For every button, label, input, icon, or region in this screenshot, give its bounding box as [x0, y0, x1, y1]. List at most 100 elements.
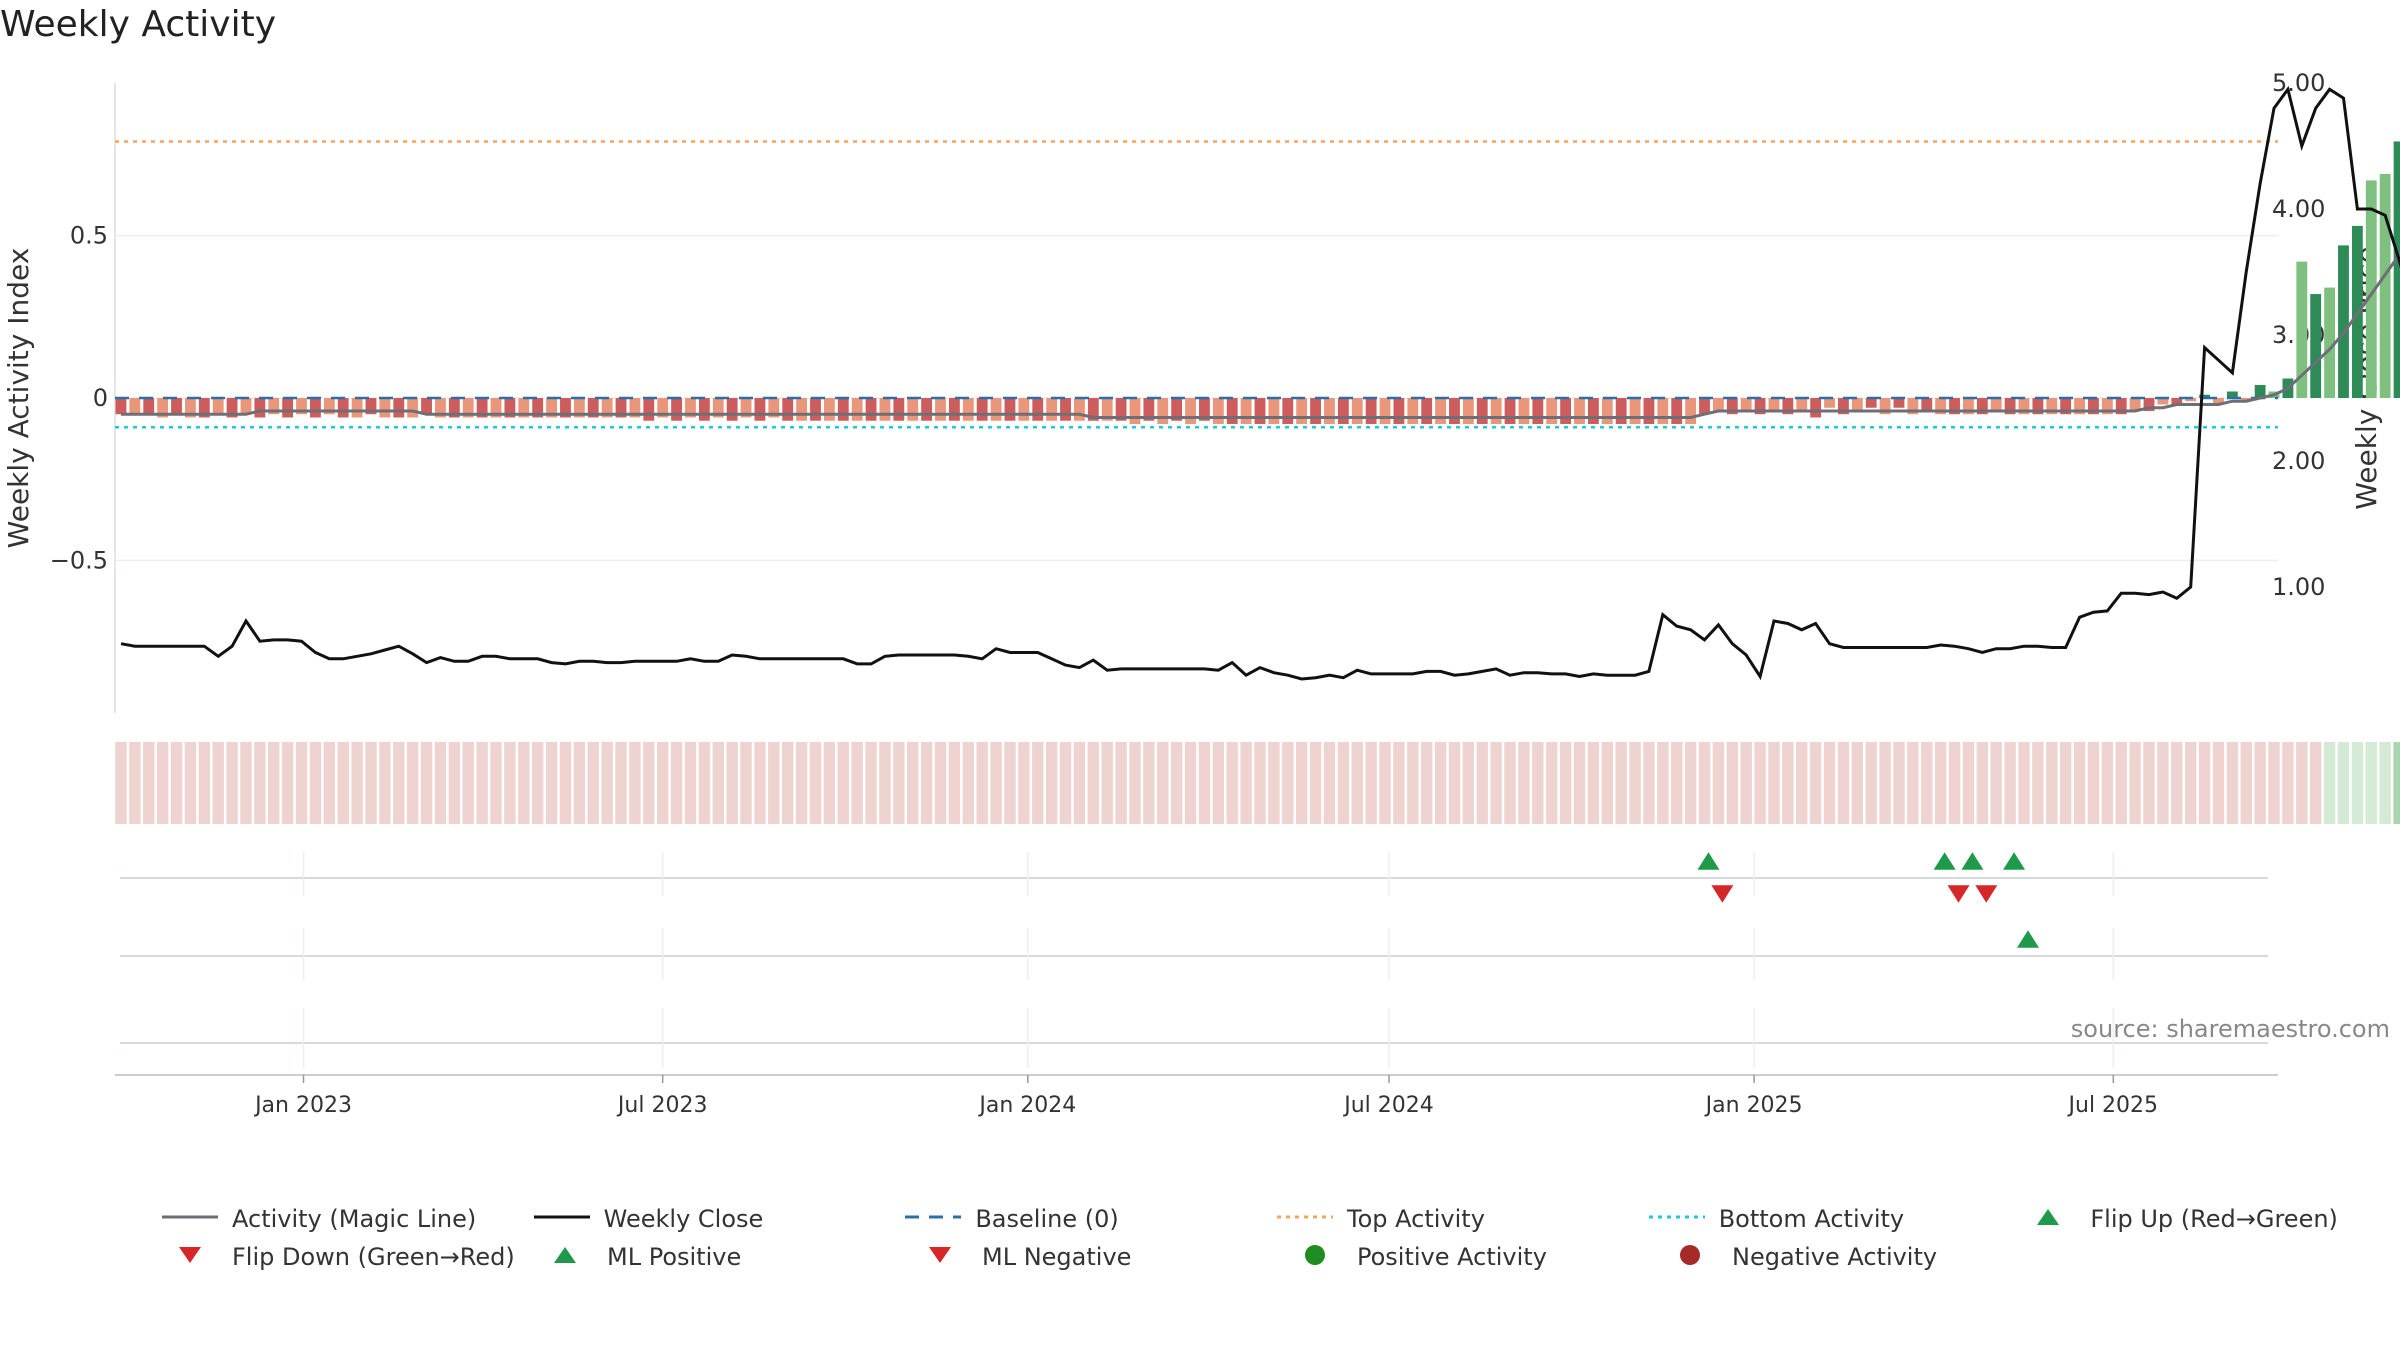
activity-strip-cell — [1393, 742, 1405, 824]
activity-bar — [2393, 141, 2400, 398]
triangle-up-icon — [535, 1243, 607, 1271]
activity-bar — [1254, 398, 1266, 424]
activity-bar — [1462, 398, 1474, 424]
activity-strip-cell — [1740, 742, 1752, 824]
activity-strip-cell — [1143, 742, 1155, 824]
activity-bar — [1560, 398, 1572, 424]
activity-strip-cell — [559, 742, 572, 824]
activity-strip-cell — [1226, 742, 1238, 824]
activity-strip-cell — [365, 742, 377, 824]
activity-bar — [1296, 398, 1308, 424]
activity-strip-cell — [295, 742, 308, 824]
activity-strip-cell — [1198, 742, 1211, 824]
activity-strip-cell — [1684, 742, 1697, 824]
activity-strip-cell — [1823, 742, 1836, 824]
activity-strip-cell — [476, 742, 488, 824]
activity-bar — [1712, 398, 1724, 411]
legend-label: Activity (Magic Line) — [232, 1205, 477, 1233]
activity-strip-cell — [420, 742, 433, 824]
activity-strip-cell — [1698, 742, 1711, 824]
activity-strip-cell — [434, 742, 447, 824]
flip-down-marker — [1711, 885, 1734, 903]
activity-bar — [1532, 398, 1544, 424]
activity-bar — [337, 398, 349, 418]
activity-strip-cell — [379, 742, 391, 824]
activity-bar — [115, 398, 127, 415]
activity-bar — [643, 398, 655, 421]
activity-strip-cell — [1768, 742, 1780, 824]
activity-bar — [1393, 398, 1405, 424]
activity-strip-cell — [1490, 742, 1502, 824]
activity-strip-cell — [2101, 742, 2114, 824]
activity-strip-cell — [1087, 742, 1100, 824]
activity-strip-cell — [1726, 742, 1738, 824]
activity-strip-cell — [268, 742, 280, 824]
activity-strip-cell — [1990, 742, 2002, 824]
activity-strip-cell — [2059, 742, 2072, 824]
x-tick-label: Jul 2024 — [1342, 1093, 1434, 1118]
activity-strip-cell — [1379, 742, 1391, 824]
legend-item-bottom: Bottom Activity — [1647, 1205, 2019, 1233]
magic-line — [121, 251, 2400, 419]
legend-label: ML Negative — [982, 1243, 1132, 1271]
activity-strip-cell — [406, 742, 419, 824]
activity-strip-cell — [184, 742, 197, 824]
activity-strip-cell — [1546, 742, 1558, 824]
activity-bar — [907, 398, 919, 421]
legend-label: Bottom Activity — [1718, 1205, 1905, 1233]
activity-strip-cell — [809, 742, 822, 824]
flip-up-marker — [2003, 852, 2026, 870]
activity-strip-cell — [948, 742, 961, 824]
activity-strip-cell — [240, 742, 252, 824]
legend-label: Weekly Close — [603, 1205, 764, 1233]
activity-strip-cell — [323, 742, 336, 824]
ml-positive-marker — [2016, 930, 2039, 948]
activity-strip-cell — [2018, 742, 2030, 824]
activity-strip-cell — [1434, 742, 1447, 824]
activity-strip-cell — [1059, 742, 1072, 824]
activity-strip-cell — [2254, 742, 2266, 824]
activity-strip-cell — [712, 742, 724, 824]
activity-strip-cell — [1657, 742, 1669, 824]
legend-label: Negative Activity — [1732, 1243, 1938, 1271]
activity-bar — [1157, 398, 1169, 424]
activity-strip-cell — [2143, 742, 2155, 824]
legend-label: Positive Activity — [1357, 1243, 1547, 1271]
activity-bar — [935, 398, 946, 421]
y2-tick-label: 5.00 — [2272, 69, 2325, 97]
activity-bar — [823, 398, 835, 421]
activity-strip-cell — [823, 742, 836, 824]
activity-bar — [1546, 398, 1558, 424]
activity-strip-cell — [545, 742, 558, 824]
activity-strip-cell — [1351, 742, 1363, 824]
activity-bar — [879, 398, 891, 421]
legend-label: Flip Up (Red→Green) — [2090, 1205, 2338, 1233]
activity-strip-cell — [531, 742, 544, 824]
legend-label: ML Positive — [607, 1243, 742, 1271]
activity-strip-cell — [768, 742, 780, 824]
activity-bar — [1060, 398, 1071, 421]
x-tick-label: Jul 2025 — [2067, 1093, 2159, 1118]
activity-strip-cell — [309, 742, 322, 824]
activity-bar — [851, 398, 863, 421]
activity-strip-cell — [920, 742, 933, 824]
activity-bar — [976, 398, 988, 421]
activity-strip-cell — [2115, 742, 2127, 824]
activity-strip-cell — [1504, 742, 1516, 824]
activity-strip-cell — [754, 742, 766, 824]
activity-bar — [671, 398, 683, 421]
activity-strip-cell — [1532, 742, 1544, 824]
activity-strip-cell — [1476, 742, 1488, 824]
activity-strip-cell — [1073, 742, 1086, 824]
activity-bar — [129, 398, 141, 415]
activity-bar — [1768, 398, 1780, 411]
weekly-close-line — [120, 85, 2400, 681]
activity-strip-cell — [212, 742, 224, 824]
y-tick-label: 0 — [93, 384, 108, 412]
activity-bar — [1657, 398, 1669, 424]
activity-strip-cell — [2310, 742, 2322, 824]
activity-bar — [407, 398, 419, 418]
activity-strip-cell — [351, 742, 363, 824]
activity-strip-cell — [1323, 742, 1336, 824]
activity-bar — [1282, 398, 1294, 424]
